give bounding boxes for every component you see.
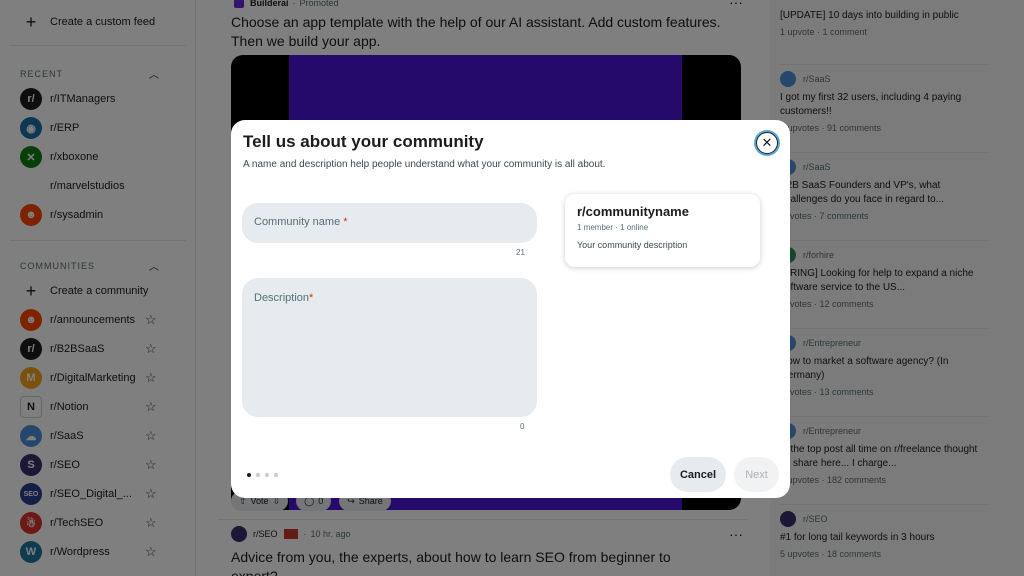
step-dot — [274, 473, 278, 477]
description-placeholder: Description — [254, 292, 310, 304]
modal-subtitle: A name and description help people under… — [243, 159, 606, 170]
step-dot — [247, 473, 251, 477]
cancel-button[interactable]: Cancel — [670, 457, 726, 492]
preview-members: 1 member — [577, 223, 614, 232]
required-asterisk: * — [309, 292, 314, 304]
preview-online: 1 online — [620, 223, 649, 232]
step-indicator — [247, 473, 283, 477]
community-name-field[interactable]: Community name * — [242, 203, 537, 243]
step-dot — [256, 473, 260, 477]
close-button[interactable]: ✕ — [756, 132, 778, 154]
name-char-counter: 21 — [516, 248, 525, 257]
preview-stats: 1 member · 1 online — [577, 223, 649, 232]
close-icon: ✕ — [761, 135, 773, 150]
modal-title: Tell us about your community — [243, 132, 484, 151]
next-button[interactable]: Next — [734, 457, 779, 492]
description-char-counter: 0 — [520, 422, 525, 431]
required-asterisk: * — [343, 216, 348, 228]
community-preview-card: r/communityname 1 member · 1 online Your… — [565, 194, 760, 267]
description-field[interactable]: Description* — [242, 278, 537, 417]
create-community-modal: Tell us about your community A name and … — [231, 120, 790, 498]
preview-community-name: r/communityname — [577, 204, 689, 219]
preview-description: Your community description — [577, 240, 688, 250]
community-name-placeholder: Community name — [254, 216, 341, 228]
step-dot — [265, 473, 269, 477]
